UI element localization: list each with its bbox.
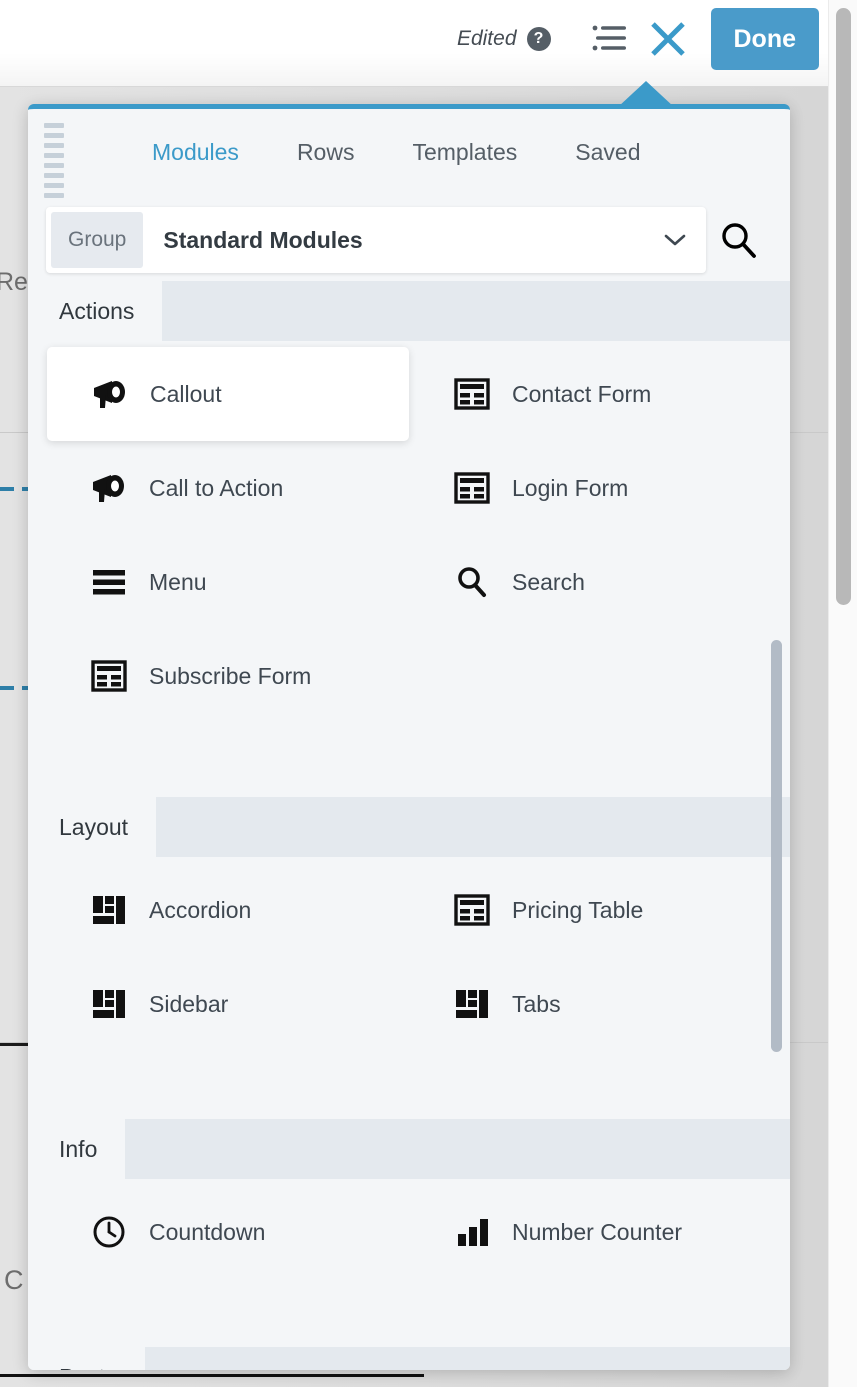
module-label: Login Form: [512, 474, 629, 501]
table-icon: [451, 467, 493, 509]
modules-panel: Modules Rows Templates Saved Group Stand…: [28, 104, 790, 1370]
question-mark-circle-icon[interactable]: ?: [526, 27, 551, 51]
module-item-search[interactable]: Search: [409, 535, 772, 629]
page-heading-fragment-top: Re: [0, 268, 28, 296]
section-body-layout: Accordion Pricing Table Sidebar Tabs: [28, 857, 790, 1057]
table-icon: [451, 373, 493, 415]
layout-columns-icon: [88, 983, 130, 1025]
close-x-icon[interactable]: [639, 10, 697, 68]
search-icon: [451, 561, 493, 603]
page-bottom-rule: [0, 1374, 424, 1377]
module-label: Subscribe Form: [149, 662, 312, 689]
page-heading-fragment-bottom: C: [4, 1265, 24, 1295]
module-label: Countdown: [149, 1218, 266, 1245]
section-header-info: Info: [28, 1119, 790, 1179]
page-dark-rule: [0, 1043, 30, 1046]
tab-saved[interactable]: Saved: [546, 139, 669, 166]
section-title: Info: [28, 1119, 126, 1179]
tab-rows[interactable]: Rows: [268, 139, 384, 166]
outline-list-icon[interactable]: [581, 10, 639, 68]
section-title: Posts: [28, 1347, 145, 1370]
edited-label: Edited: [456, 27, 517, 50]
section-spacer: [28, 1057, 790, 1119]
done-button[interactable]: Done: [710, 8, 819, 70]
table-icon: [88, 655, 130, 697]
layout-columns-icon: [88, 889, 130, 931]
module-item-menu[interactable]: Menu: [46, 535, 409, 629]
hamburger-menu-icon: [88, 561, 130, 603]
browser-scrollbar[interactable]: [828, 0, 857, 1387]
module-item-contact-form[interactable]: Contact Form: [409, 347, 772, 441]
section-body-actions: Callout Contact Form Call to Action Logi…: [28, 341, 790, 729]
clock-icon: [88, 1211, 130, 1253]
layout-columns-icon: [451, 983, 493, 1025]
section-spacer: [28, 1285, 790, 1347]
module-list-scroll-area[interactable]: Actions Callout Contact Form Call to Act…: [28, 281, 790, 1370]
module-item-countdown[interactable]: Countdown: [46, 1185, 409, 1279]
module-item-login-form[interactable]: Login Form: [409, 441, 772, 535]
section-header-layout: Layout: [28, 797, 790, 857]
module-item-sidebar[interactable]: Sidebar: [46, 957, 409, 1051]
tab-templates[interactable]: Templates: [383, 139, 546, 166]
module-item-subscribe-form[interactable]: Subscribe Form: [46, 629, 409, 723]
module-item-call-to-action[interactable]: Call to Action: [46, 441, 409, 535]
group-selected-value: Standard Modules: [163, 226, 363, 253]
section-title: Layout: [28, 797, 157, 857]
tab-modules[interactable]: Modules: [123, 139, 268, 166]
group-select[interactable]: Group Standard Modules: [46, 207, 706, 273]
megaphone-icon: [89, 373, 131, 415]
module-label: Search: [512, 568, 585, 595]
group-label: Group: [51, 212, 144, 268]
module-label: Call to Action: [149, 474, 284, 501]
megaphone-icon: [88, 467, 130, 509]
browser-scrollbar-thumb[interactable]: [836, 8, 851, 605]
edited-status: Edited ?: [457, 27, 551, 51]
panel-tab-bar: Modules Rows Templates Saved: [28, 109, 790, 195]
group-filter-row: Group Standard Modules: [46, 201, 772, 279]
module-item-pricing-table[interactable]: Pricing Table: [409, 863, 772, 957]
section-spacer: [28, 729, 790, 797]
section-body-info: Countdown Number Counter: [28, 1179, 790, 1285]
table-icon: [451, 889, 493, 931]
module-item-callout[interactable]: Callout: [47, 347, 409, 441]
search-icon[interactable]: [706, 207, 772, 273]
module-label: Number Counter: [512, 1218, 683, 1245]
panel-scrollbar-thumb[interactable]: [771, 640, 782, 1052]
module-item-accordion[interactable]: Accordion: [46, 863, 409, 957]
chevron-down-icon: [662, 232, 688, 248]
builder-toolbar: Edited ? Done: [0, 0, 828, 87]
module-label: Tabs: [512, 990, 561, 1017]
section-header-posts: Posts: [28, 1347, 790, 1370]
module-label: Contact Form: [512, 380, 652, 407]
section-header-actions: Actions: [28, 281, 790, 341]
module-label: Accordion: [149, 896, 252, 923]
module-item-tabs[interactable]: Tabs: [409, 957, 772, 1051]
module-item-number-counter[interactable]: Number Counter: [409, 1185, 772, 1279]
section-title: Actions: [28, 281, 163, 341]
panel-pointer-arrow: [618, 81, 674, 107]
module-label: Callout: [150, 380, 222, 407]
module-label: Sidebar: [149, 990, 229, 1017]
bar-chart-icon: [451, 1211, 493, 1253]
module-label: Menu: [149, 568, 207, 595]
module-label: Pricing Table: [512, 896, 644, 923]
